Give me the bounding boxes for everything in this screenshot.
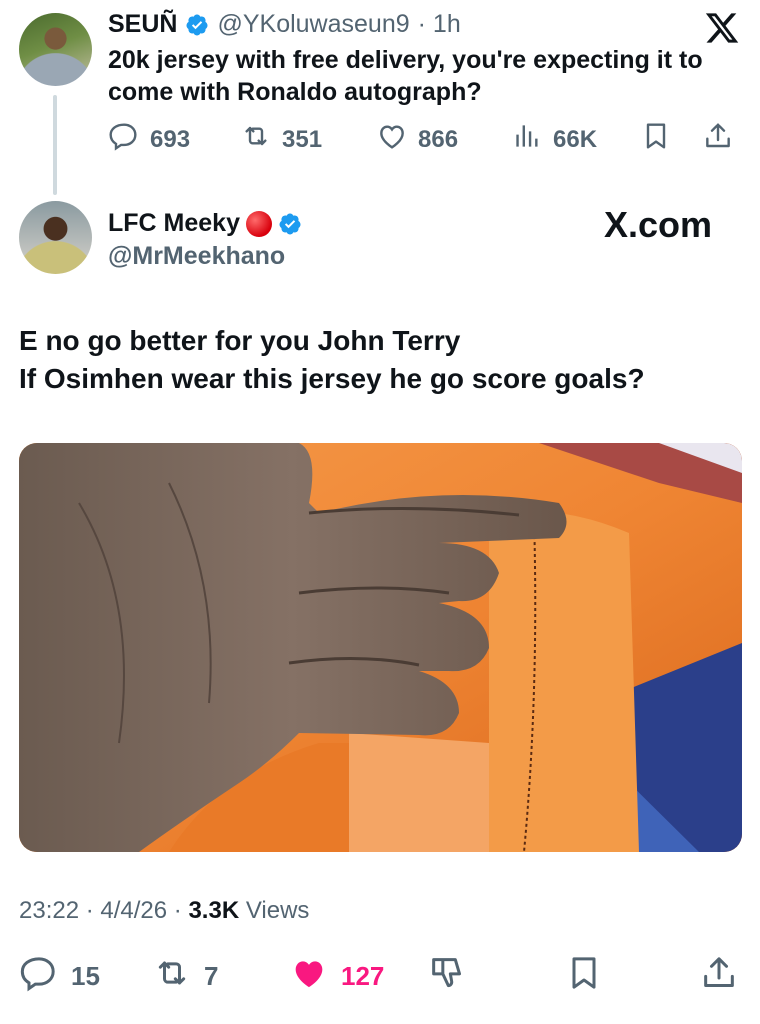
reply-count: 15 <box>71 961 100 991</box>
dislike-icon <box>427 953 467 1000</box>
share-button[interactable] <box>702 120 734 159</box>
bookmark-icon <box>564 953 604 1000</box>
tweet-time: · 1h <box>417 10 461 38</box>
author-name[interactable]: SEUÑ <box>108 10 177 39</box>
bookmark-button[interactable] <box>564 953 604 1000</box>
reply-button[interactable]: 693 <box>108 120 190 159</box>
like-icon <box>289 953 329 1000</box>
like-button[interactable]: 866 <box>376 120 458 159</box>
parent-tweet[interactable]: SEUÑ @YKoluwaseun9 · 1h 20k jersey with … <box>0 0 760 200</box>
share-button[interactable] <box>699 953 739 1000</box>
share-icon <box>699 953 739 1000</box>
tweet-photo[interactable] <box>19 443 742 852</box>
views-button[interactable]: 66K <box>511 120 597 159</box>
reply-icon <box>19 953 59 1000</box>
repost-count: 7 <box>204 961 219 991</box>
author-handle[interactable]: @YKoluwaseun9 <box>217 10 409 39</box>
repost-icon <box>240 120 272 159</box>
x-logo-icon <box>704 10 740 46</box>
tweet-meta: 23:22 · 4/4/26 · 3.3K Views <box>19 897 309 925</box>
avatar[interactable] <box>19 13 92 86</box>
like-count: 866 <box>418 125 459 153</box>
parent-tweet-actions: 693 351 866 66K <box>108 120 738 156</box>
author-handle[interactable]: @MrMeekhano <box>108 242 285 271</box>
main-tweet-header: LFC Meeky <box>108 209 302 238</box>
thread-line <box>53 95 57 195</box>
views-icon <box>511 120 543 159</box>
tweet-text-line-1: E no go better for you John Terry <box>19 325 461 356</box>
dislike-button[interactable] <box>427 953 467 1000</box>
views-count: 3.3K <box>188 897 240 924</box>
verified-badge-icon <box>185 13 209 37</box>
bookmark-button[interactable] <box>640 120 672 159</box>
repost-count: 351 <box>282 125 323 153</box>
repost-button[interactable]: 351 <box>240 120 322 159</box>
verified-badge-icon <box>278 212 302 236</box>
repost-button[interactable]: 7 <box>152 953 218 1000</box>
jersey-photo-illustration <box>19 443 742 852</box>
repost-icon <box>152 953 192 1000</box>
share-icon <box>702 120 734 159</box>
tweet-text-line-2: If Osimhen wear this jersey he go score … <box>19 363 645 394</box>
like-count: 127 <box>341 961 385 991</box>
xcom-watermark: X.com <box>604 204 713 245</box>
tweet-text: E no go better for you John Terry If Osi… <box>19 322 739 398</box>
tweet-timestamp[interactable]: 23:22 · 4/4/26 · <box>19 897 182 924</box>
reply-button[interactable]: 15 <box>19 953 100 1000</box>
views-count: 66K <box>553 125 598 153</box>
like-icon <box>376 120 408 159</box>
red-circle-emoji-icon <box>245 210 272 237</box>
views-label: Views <box>245 897 310 924</box>
parent-tweet-header: SEUÑ @YKoluwaseun9 · 1h <box>108 10 461 39</box>
avatar[interactable] <box>19 201 92 274</box>
reply-icon <box>108 120 140 159</box>
author-name[interactable]: LFC Meeky <box>108 209 240 238</box>
main-tweet-actions: 15 7 127 <box>19 953 741 997</box>
bookmark-icon <box>640 120 672 159</box>
like-button[interactable]: 127 <box>289 953 384 1000</box>
reply-count: 693 <box>150 125 191 153</box>
tweet-text: 20k jersey with free delivery, you're ex… <box>108 46 703 106</box>
